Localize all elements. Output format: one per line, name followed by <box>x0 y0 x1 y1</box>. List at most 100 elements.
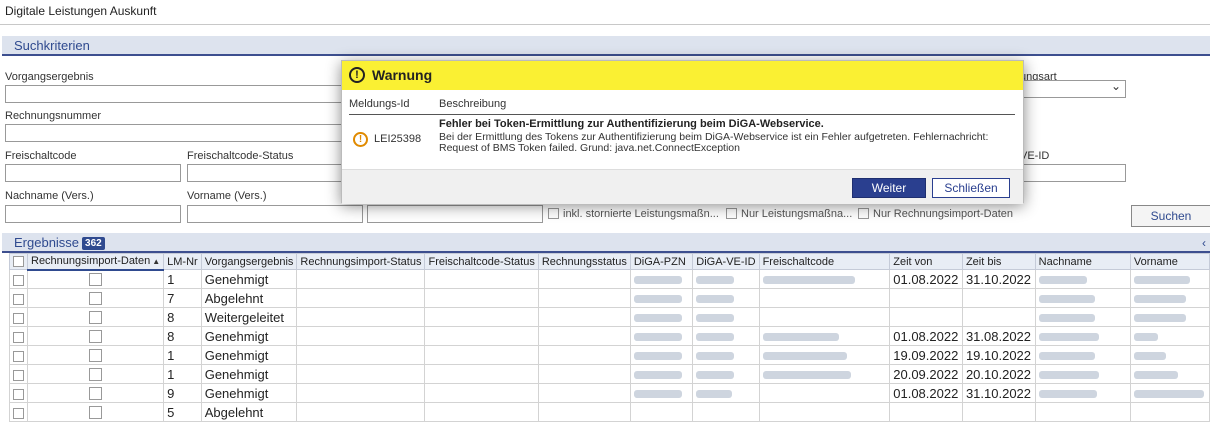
rechnungsimport-cell[interactable] <box>26 288 165 308</box>
freischaltcode-status-select[interactable] <box>187 164 345 182</box>
redacted-pzn <box>633 371 682 380</box>
row-select-checkbox[interactable] <box>13 293 24 305</box>
col-nachname[interactable]: Nachname <box>1034 253 1131 270</box>
zeit-bis-cell: 31.10.2022 <box>961 269 1036 289</box>
freischaltcode-cell <box>758 269 891 289</box>
diga-pzn-cell <box>629 307 694 327</box>
row-select-cell[interactable] <box>9 345 28 365</box>
table-row[interactable]: 7 Abgelehnt <box>9 288 1210 308</box>
row-select-cell[interactable] <box>9 364 28 384</box>
option-nur-leistung[interactable]: Nur Leistungsmaßna... <box>726 208 852 220</box>
table-row[interactable]: 9 Genehmigt 01.08.2022 31.10.2022 <box>9 383 1210 403</box>
col-zeit-bis[interactable]: Zeit bis <box>961 253 1036 270</box>
schliessen-button[interactable]: Schließen <box>932 178 1010 198</box>
rechnungsimport-cell[interactable] <box>26 364 165 384</box>
rechnungsstatus-cell <box>537 326 631 346</box>
row-select-cell[interactable] <box>9 307 28 327</box>
table-row[interactable]: 1 Genehmigt 20.09.2022 20.10.2022 <box>9 364 1210 384</box>
table-row[interactable]: 5 Abgelehnt <box>9 402 1210 422</box>
col-rechnungsimport-daten[interactable]: Rechnungsimport-Daten ▲ <box>26 253 165 271</box>
rechnungsimport-cell[interactable] <box>26 326 165 346</box>
col-lm-nr[interactable]: LM-Nr <box>163 253 202 270</box>
table-row[interactable]: 1 Genehmigt 01.08.2022 31.10.2022 <box>9 269 1210 289</box>
col-freischaltcode[interactable]: Freischaltcode <box>758 253 891 270</box>
storniert-checkbox[interactable] <box>548 208 559 219</box>
option-nur-rechnung[interactable]: Nur Rechnungsimport-Daten <box>858 208 1013 220</box>
redacted-code <box>762 333 839 342</box>
row-select-checkbox[interactable] <box>13 331 24 343</box>
rechnungsimport-checkbox[interactable] <box>89 291 103 305</box>
search-button[interactable]: uSuchen <box>1131 205 1210 227</box>
redacted-vorname <box>1133 314 1186 323</box>
option-storniert[interactable]: inkl. stornierte Leistungsmaßn... <box>548 208 719 220</box>
rechnungsimport-cell[interactable] <box>26 402 165 422</box>
freischaltcode-label: Freischaltcode <box>5 150 77 162</box>
rechnungsimport-checkbox[interactable] <box>89 310 103 324</box>
rechnungsimport-cell[interactable] <box>26 345 165 365</box>
freischaltcode-status-label: Freischaltcode-Status <box>187 150 294 162</box>
col-zeit-von[interactable]: Zeit von <box>889 253 963 270</box>
search-section-header[interactable]: Suchkriterien <box>2 36 1210 56</box>
vorname-input[interactable] <box>187 205 363 223</box>
lm-nr-cell: 1 <box>163 345 202 365</box>
col-rechnungsimport-status[interactable]: Rechnungsimport-Status <box>296 253 426 270</box>
leistungsart-select[interactable]: ⌄ <box>1018 79 1126 98</box>
rechnungsnummer-input[interactable] <box>5 124 345 142</box>
nur-rechnung-checkbox[interactable] <box>858 208 869 219</box>
redacted-ve-id <box>696 295 735 304</box>
select-all-header[interactable] <box>9 253 28 270</box>
results-section-title: Ergebnisse 362 <box>14 235 105 250</box>
row-select-checkbox[interactable] <box>13 350 24 362</box>
col-vorgangsergebnis[interactable]: Vorgangsergebnis <box>200 253 298 270</box>
redacted-ve-id <box>696 276 735 285</box>
row-select-checkbox[interactable] <box>13 312 24 324</box>
weiter-button[interactable]: Weiter <box>852 178 926 198</box>
rechnungsimport-cell[interactable] <box>26 269 165 289</box>
row-select-cell[interactable] <box>9 402 28 422</box>
rechnungsimport-checkbox[interactable] <box>89 272 103 286</box>
row-select-checkbox[interactable] <box>13 274 24 286</box>
freischaltcode-cell <box>758 383 891 403</box>
table-row[interactable]: 1 Genehmigt 19.09.2022 19.10.2022 <box>9 345 1210 365</box>
rechnungsimport-cell[interactable] <box>26 383 165 403</box>
chevron-left-icon[interactable]: ‹ <box>1202 236 1206 250</box>
col-diga-ve-id[interactable]: DiGA-VE-ID <box>692 253 760 270</box>
rechnungsimport-checkbox[interactable] <box>89 367 103 381</box>
freischaltcode-cell <box>758 326 891 346</box>
row-select-cell[interactable] <box>9 269 28 289</box>
vorgangsergebnis-select[interactable] <box>5 85 345 103</box>
message-text: Bei der Ermittlung des Tokens zur Authen… <box>439 131 989 154</box>
table-row[interactable]: 8 Genehmigt 01.08.2022 31.08.2022 <box>9 326 1210 346</box>
vorname-cell <box>1129 364 1210 384</box>
col-diga-pzn[interactable]: DiGA-PZN <box>629 253 694 270</box>
freischaltcode-input[interactable] <box>5 164 181 182</box>
extra-search-input[interactable] <box>367 205 543 223</box>
nur-leistung-checkbox[interactable] <box>726 208 737 219</box>
lm-nr-cell: 8 <box>163 307 202 327</box>
row-select-cell[interactable] <box>9 383 28 403</box>
col-vorname[interactable]: Vorname <box>1129 253 1210 270</box>
rechnungsimport-checkbox[interactable] <box>89 386 103 400</box>
redacted-ve-id <box>696 314 735 323</box>
table-row[interactable]: 8 Weitergeleitet <box>9 307 1210 327</box>
zeit-von-cell: 01.08.2022 <box>889 326 963 346</box>
col-freischaltcode-status[interactable]: Freischaltcode-Status <box>424 253 539 270</box>
rechnungsimport-checkbox[interactable] <box>89 405 103 419</box>
zeit-bis-cell <box>961 288 1036 308</box>
col-rechnungsstatus[interactable]: Rechnungsstatus <box>537 253 631 270</box>
row-select-cell[interactable] <box>9 326 28 346</box>
select-all-checkbox[interactable] <box>13 255 24 267</box>
row-select-cell[interactable] <box>9 288 28 308</box>
diga-ve-id-input[interactable] <box>1018 164 1126 182</box>
results-section-header[interactable]: Ergebnisse 362 <box>2 233 1210 253</box>
rechnungsimport-status-cell <box>296 402 426 422</box>
redacted-code <box>762 276 855 285</box>
row-select-checkbox[interactable] <box>13 407 24 419</box>
rechnungsimport-checkbox[interactable] <box>89 348 103 362</box>
nachname-cell <box>1034 326 1131 346</box>
rechnungsimport-checkbox[interactable] <box>89 329 103 343</box>
row-select-checkbox[interactable] <box>13 369 24 381</box>
nachname-input[interactable] <box>5 205 181 223</box>
row-select-checkbox[interactable] <box>13 388 24 400</box>
rechnungsimport-cell[interactable] <box>26 307 165 327</box>
